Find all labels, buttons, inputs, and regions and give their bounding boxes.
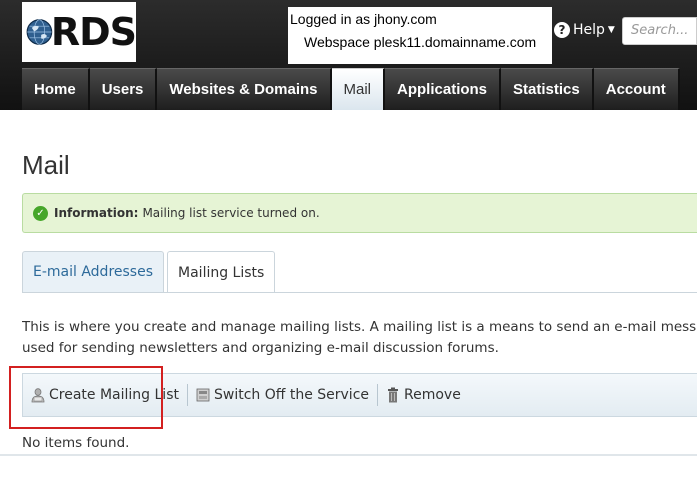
logged-in-as-text: Logged in as jhony.com: [290, 11, 437, 27]
toolbar: Create Mailing List Switch Off the Servi…: [22, 373, 697, 417]
switch-off-service-label: Switch Off the Service: [213, 387, 370, 403]
login-info-box: Logged in as jhony.com Webspace plesk11.…: [288, 7, 552, 64]
tab-home[interactable]: Home: [22, 68, 90, 110]
trash-icon: [388, 387, 399, 403]
create-mailing-list-button[interactable]: Create Mailing List: [23, 383, 187, 407]
tab-label: Users: [101, 81, 144, 98]
help-label: Help: [573, 22, 605, 38]
logo-text: RDS: [50, 10, 137, 54]
logo[interactable]: RDS: [22, 2, 137, 62]
remove-button[interactable]: Remove: [378, 383, 469, 407]
switch-off-icon: [196, 388, 210, 402]
page-title: Mail: [22, 150, 70, 180]
description-line: used for sending newsletters and organiz…: [22, 340, 499, 356]
tab-label: Mail: [343, 81, 372, 98]
tab-websites-domains[interactable]: Websites & Domains: [157, 68, 332, 110]
empty-state-text: No items found.: [22, 435, 130, 451]
divider: [0, 454, 697, 456]
main-nav: Home Users Websites & Domains Mail Appli…: [22, 68, 680, 110]
info-message: ✓ Information: Mailing list service turn…: [22, 193, 697, 233]
help-menu[interactable]: ? Help ▼: [554, 22, 615, 38]
description: This is where you create and manage mail…: [22, 317, 697, 359]
mailing-list-icon: [31, 388, 45, 403]
tab-users[interactable]: Users: [89, 68, 158, 110]
tab-label: Applications: [397, 81, 488, 98]
info-text: Mailing list service turned on.: [142, 206, 320, 220]
tab-account[interactable]: Account: [593, 68, 680, 110]
globe-logo-icon: [26, 19, 53, 45]
remove-label: Remove: [404, 387, 461, 403]
checkmark-icon: ✓: [33, 205, 48, 221]
help-icon: ?: [554, 22, 570, 38]
tab-statistics[interactable]: Statistics: [501, 68, 594, 110]
subtabs: E-mail Addresses Mailing Lists: [22, 251, 278, 293]
tab-applications[interactable]: Applications: [385, 68, 502, 110]
tab-email-addresses[interactable]: E-mail Addresses: [22, 251, 165, 292]
main-content: Mail ✓ Information: Mailing list service…: [0, 110, 697, 501]
info-label: Information:: [54, 206, 139, 220]
switch-off-service-button[interactable]: Switch Off the Service: [188, 383, 377, 407]
tab-label: Home: [34, 81, 76, 98]
chevron-down-icon: ▼: [607, 25, 615, 35]
header-bar: RDS Logged in as jhony.com Webspace ples…: [0, 0, 697, 110]
webspace-text[interactable]: Webspace plesk11.domainname.com: [304, 34, 536, 50]
tab-mail[interactable]: Mail: [331, 68, 386, 110]
divider: [22, 292, 697, 293]
tab-label: Account: [605, 81, 666, 98]
tab-mailing-lists[interactable]: Mailing Lists: [167, 251, 276, 293]
description-line: This is where you create and manage mail…: [22, 319, 697, 335]
tab-label: Mailing Lists: [178, 264, 265, 281]
search-input[interactable]: Search...: [622, 17, 697, 45]
create-mailing-list-label: Create Mailing List: [49, 387, 179, 403]
tab-label: E-mail Addresses: [33, 264, 154, 280]
tab-label: Websites & Domains: [169, 81, 318, 98]
tab-label: Statistics: [513, 81, 580, 98]
